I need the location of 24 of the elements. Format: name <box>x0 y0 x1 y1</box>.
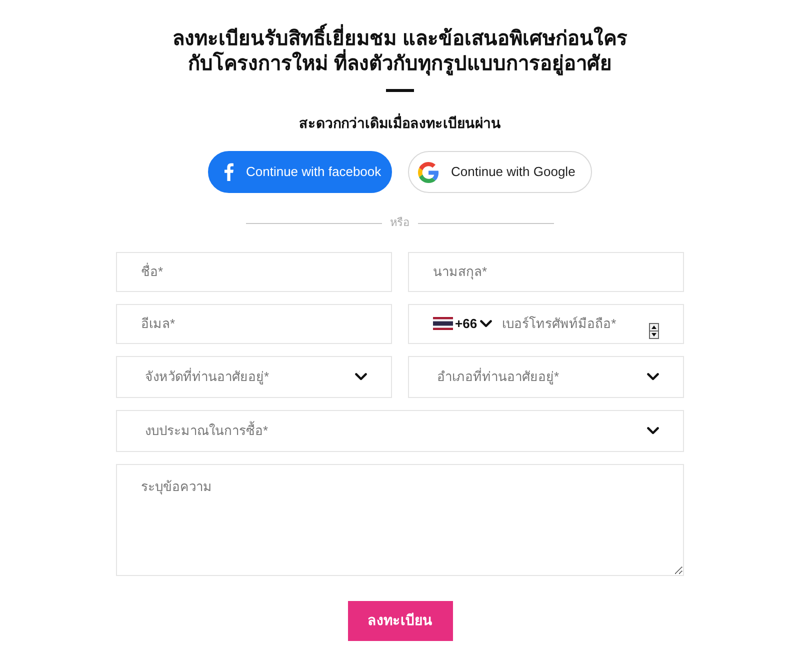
spinner-icon[interactable] <box>649 322 659 338</box>
dropdown-select[interactable]: จังหวัดที่ท่านอาศัยอยู่* <box>116 356 392 398</box>
chevron-down-icon <box>647 426 659 434</box>
text-input-field[interactable]: ชื่อ* <box>116 252 392 292</box>
divider-text: หรือ <box>390 216 410 231</box>
message-textarea[interactable]: ระบุข้อความ <box>116 464 684 576</box>
register-button[interactable]: ลงทะเบียน <box>348 600 452 640</box>
chevron-down-icon <box>647 372 659 380</box>
phone-number-input[interactable]: เบอร์โทรศัพท์มือถือ* <box>494 314 647 334</box>
dropdown-select[interactable]: อำเภอที่ท่านอาศัยอยู่* <box>408 356 684 398</box>
text-input-field[interactable]: อีเมล* <box>116 304 392 344</box>
text-input-field[interactable]: นามสกุล* <box>408 252 684 292</box>
google-icon <box>418 162 439 182</box>
heading-underline <box>386 89 414 92</box>
flag-icon <box>433 317 453 330</box>
chevron-down-icon <box>480 320 492 328</box>
country-code-dropdown[interactable]: +66 <box>455 314 492 334</box>
chevron-down-icon <box>355 372 367 380</box>
facebook-login-button[interactable]: Continue with facebook <box>208 151 392 193</box>
facebook-icon <box>224 163 234 181</box>
subtitle: สะดวกกว่าเดิมเมื่อลงทะเบียนผ่าน <box>298 113 502 133</box>
dropdown-select[interactable]: งบประมาณในการซื้อ* <box>116 410 684 452</box>
google-login-button[interactable]: Continue with Google <box>408 151 592 193</box>
phone-field[interactable]: +66 เบอร์โทรศัพท์มือถือ* <box>408 304 684 344</box>
